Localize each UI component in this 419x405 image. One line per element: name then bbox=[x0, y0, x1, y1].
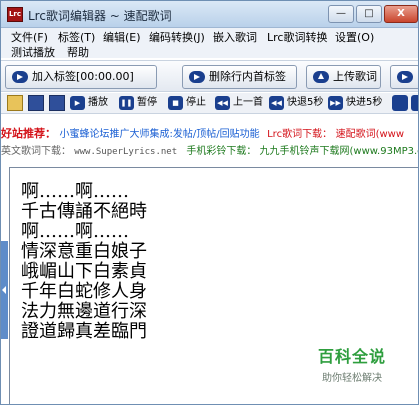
open-folder-icon[interactable] bbox=[7, 95, 23, 111]
main-toolbar: 加入标签[00:00.00] 删除行内首标签 上传歌词 bbox=[1, 60, 418, 92]
promo-line-1: 好站推荐： 小蜜蜂论坛推广大师集成:发帖/顶帖/回贴功能 Lrc歌词下载： 速配… bbox=[1, 125, 418, 141]
stop-button[interactable]: ■ 停止 bbox=[167, 95, 206, 112]
add-tag-label: 加入标签[00:00.00] bbox=[32, 70, 134, 83]
fast-forward-icon: ▶▶ bbox=[328, 96, 343, 110]
rewind-label: 快退5秒 bbox=[287, 97, 324, 108]
menu-encode[interactable]: 编码转换(J) bbox=[149, 29, 205, 45]
watermark-subtitle: 助你轻松解决 bbox=[322, 373, 382, 384]
lyrics-text[interactable]: 啊……啊…… 千古傳誦不絕時 啊……啊…… 情深意重白娘子 峨嵋山下白素貞 千年… bbox=[21, 182, 147, 342]
stop-icon: ■ bbox=[168, 96, 183, 110]
next-icon[interactable] bbox=[392, 95, 408, 111]
next-icon[interactable] bbox=[411, 95, 418, 111]
save-icon[interactable] bbox=[28, 95, 44, 111]
delete-tag-button[interactable]: 删除行内首标签 bbox=[182, 65, 297, 89]
rewind-icon: ◀◀ bbox=[269, 96, 284, 110]
upload-lyrics-button[interactable]: 上传歌词 bbox=[306, 65, 381, 89]
stop-label: 停止 bbox=[186, 97, 206, 108]
menu-tag[interactable]: 标签(T) bbox=[58, 29, 95, 45]
menu-embed[interactable]: 嵌入歌词 bbox=[213, 29, 257, 45]
lrc-download-link[interactable]: 速配歌词(www bbox=[336, 129, 404, 140]
ringtone-link[interactable]: 九九手机铃声下载网(www.93MP3.c bbox=[260, 146, 418, 157]
watermark-logo: 百科全说 bbox=[317, 347, 386, 366]
right-arrow-icon bbox=[189, 71, 205, 83]
minimize-button[interactable]: — bbox=[328, 5, 354, 23]
ringtone-label: 手机彩铃下载： bbox=[186, 146, 257, 157]
english-lyrics-label: 英文歌词下载： bbox=[1, 146, 71, 157]
play-label: 播放 bbox=[88, 97, 108, 108]
menu-file[interactable]: 文件(F) bbox=[11, 29, 48, 45]
menu-lrc-convert[interactable]: Lrc歌词转换 bbox=[267, 29, 327, 45]
promo-link[interactable]: 小蜜蜂论坛推广大师集成:发帖/顶帖/回贴功能 bbox=[60, 129, 260, 140]
right-arrow-icon bbox=[397, 71, 413, 83]
lrc-download-label: Lrc歌词下载： bbox=[267, 129, 333, 140]
menu-bar: 文件(F) 标签(T) 编辑(E) 编码转换(J) 嵌入歌词 Lrc歌词转换 设… bbox=[1, 28, 418, 60]
title-bar[interactable]: Lrc Lrc歌词编辑器 ~ 速配歌词 — □ X bbox=[1, 1, 418, 28]
pause-label: 暂停 bbox=[137, 97, 157, 108]
prev-track-button[interactable]: ◀◀ 上一首 bbox=[214, 95, 263, 112]
play-button[interactable]: ▶ 播放 bbox=[69, 95, 108, 112]
panel-splitter[interactable] bbox=[1, 241, 8, 339]
menu-edit[interactable]: 编辑(E) bbox=[103, 29, 141, 45]
delete-tag-label: 删除行内首标签 bbox=[209, 70, 286, 83]
fast-forward-label: 快进5秒 bbox=[346, 97, 383, 108]
close-button[interactable]: X bbox=[384, 5, 418, 23]
pause-button[interactable]: ❚❚ 暂停 bbox=[118, 95, 157, 112]
play-icon: ▶ bbox=[70, 96, 85, 110]
prev-icon: ◀◀ bbox=[215, 96, 230, 110]
maximize-button[interactable]: □ bbox=[356, 5, 382, 23]
menu-help[interactable]: 帮助 bbox=[67, 44, 89, 60]
watermark: 百科全说 助你轻松解决 bbox=[297, 343, 407, 384]
up-arrow-icon bbox=[313, 71, 329, 83]
add-tag-button[interactable]: 加入标签[00:00.00] bbox=[5, 65, 157, 89]
pause-icon: ❚❚ bbox=[119, 96, 134, 110]
promo-label: 好站推荐： bbox=[1, 127, 56, 140]
prev-label: 上一首 bbox=[233, 97, 263, 108]
right-arrow-icon bbox=[12, 71, 28, 83]
app-window: Lrc Lrc歌词编辑器 ~ 速配歌词 — □ X 文件(F) 标签(T) 编辑… bbox=[0, 0, 419, 405]
more-button[interactable] bbox=[390, 65, 418, 89]
upload-label: 上传歌词 bbox=[333, 70, 377, 83]
promo-line-2: 英文歌词下载： www.SuperLyrics.net 手机彩铃下载： 九九手机… bbox=[1, 142, 418, 158]
fast-forward-button[interactable]: ▶▶ 快进5秒 bbox=[327, 95, 382, 112]
playback-toolbar: ▶ 播放 ❚❚ 暂停 ■ 停止 ◀◀ 上一首 ◀◀ 快退5秒 ▶▶ 快进5秒 bbox=[1, 93, 418, 114]
save-as-icon[interactable] bbox=[49, 95, 65, 111]
menu-test-play[interactable]: 测试播放 bbox=[11, 44, 55, 60]
menu-settings[interactable]: 设置(O) bbox=[335, 29, 374, 45]
app-icon: Lrc bbox=[7, 7, 23, 22]
window-title: Lrc歌词编辑器 ~ 速配歌词 bbox=[28, 9, 172, 23]
rewind-button[interactable]: ◀◀ 快退5秒 bbox=[268, 95, 323, 112]
english-lyrics-site[interactable]: www.SuperLyrics.net bbox=[74, 147, 177, 157]
